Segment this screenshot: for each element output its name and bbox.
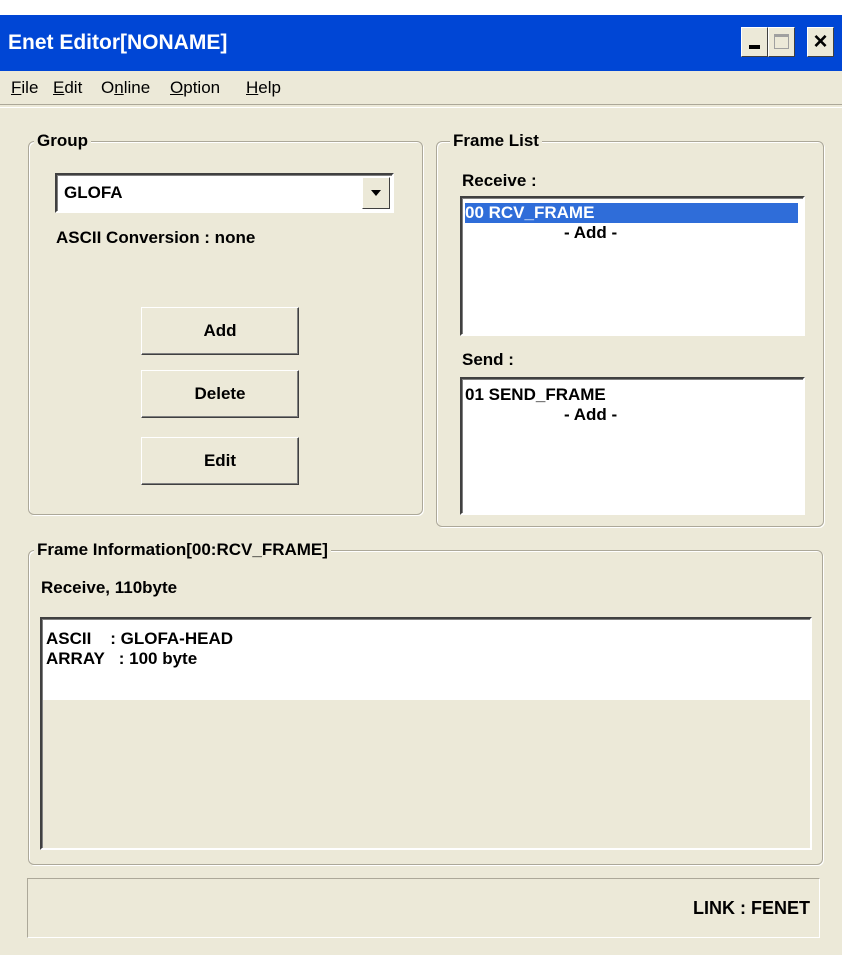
menu-file-accel: F bbox=[11, 78, 22, 97]
menu-help[interactable]: Help bbox=[246, 77, 281, 99]
menu-option[interactable]: Option bbox=[170, 77, 220, 99]
title-bar[interactable]: Enet Editor[NONAME] bbox=[0, 15, 842, 71]
group-select-value: GLOFA bbox=[64, 183, 123, 202]
menu-option-accel: O bbox=[170, 78, 184, 97]
menu-online-pre: O bbox=[101, 78, 115, 97]
frame-info-detail[interactable]: ASCII : GLOFA-HEAD ARRAY : 100 byte bbox=[40, 617, 812, 850]
menu-online-accel: n bbox=[114, 78, 124, 97]
group-select[interactable]: GLOFA bbox=[55, 173, 394, 213]
send-list[interactable]: 01 SEND_FRAME - Add - bbox=[460, 377, 805, 515]
ascii-conversion-label: ASCII Conversion : none bbox=[56, 228, 256, 247]
frame-info-line: ARRAY : 100 byte bbox=[46, 649, 198, 668]
receive-list[interactable]: 00 RCV_FRAME - Add - bbox=[460, 196, 805, 336]
frame-info-legend: Frame Information[00:RCV_FRAME] bbox=[34, 538, 331, 562]
menu-online[interactable]: Online bbox=[101, 77, 150, 99]
minimize-icon bbox=[749, 45, 760, 49]
receive-add-item[interactable]: - Add - bbox=[564, 223, 617, 243]
group-select-dropdown-button[interactable] bbox=[362, 177, 390, 209]
menu-help-label: elp bbox=[258, 78, 281, 97]
receive-list-item[interactable]: 00 RCV_FRAME bbox=[465, 203, 798, 223]
frame-info-summary: Receive, 110byte bbox=[41, 578, 178, 597]
link-status: LINK : FENET bbox=[693, 898, 810, 918]
chevron-down-icon bbox=[371, 190, 381, 196]
maximize-icon bbox=[774, 34, 789, 49]
frame-info-line: ASCII : GLOFA-HEAD bbox=[46, 629, 233, 648]
minimize-button[interactable] bbox=[741, 27, 768, 57]
menu-help-accel: H bbox=[246, 78, 259, 97]
menu-bar: File Edit Online Option Help bbox=[0, 72, 842, 106]
status-bar: LINK : FENET bbox=[27, 878, 820, 938]
menu-file-label: ile bbox=[21, 78, 39, 97]
edit-button[interactable]: Edit bbox=[141, 437, 299, 485]
menu-separator bbox=[0, 104, 842, 108]
window-title: Enet Editor[NONAME] bbox=[8, 31, 228, 54]
group-legend: Group bbox=[34, 129, 91, 153]
delete-button[interactable]: Delete bbox=[141, 370, 299, 418]
menu-edit[interactable]: Edit bbox=[53, 77, 82, 99]
send-list-item[interactable]: 01 SEND_FRAME bbox=[465, 385, 606, 405]
menu-edit-label: dit bbox=[64, 78, 83, 97]
close-icon: × bbox=[813, 28, 828, 55]
close-button[interactable]: × bbox=[807, 27, 834, 57]
menu-file[interactable]: File bbox=[11, 77, 38, 99]
receive-label: Receive : bbox=[462, 171, 537, 190]
add-button[interactable]: Add bbox=[141, 307, 299, 355]
menu-edit-accel: E bbox=[53, 78, 65, 97]
menu-online-label: line bbox=[123, 78, 151, 97]
send-label: Send : bbox=[462, 350, 514, 369]
menu-option-label: ption bbox=[183, 78, 221, 97]
frame-list-legend: Frame List bbox=[450, 129, 542, 153]
send-add-item[interactable]: - Add - bbox=[564, 405, 617, 425]
maximize-button[interactable] bbox=[768, 27, 795, 57]
